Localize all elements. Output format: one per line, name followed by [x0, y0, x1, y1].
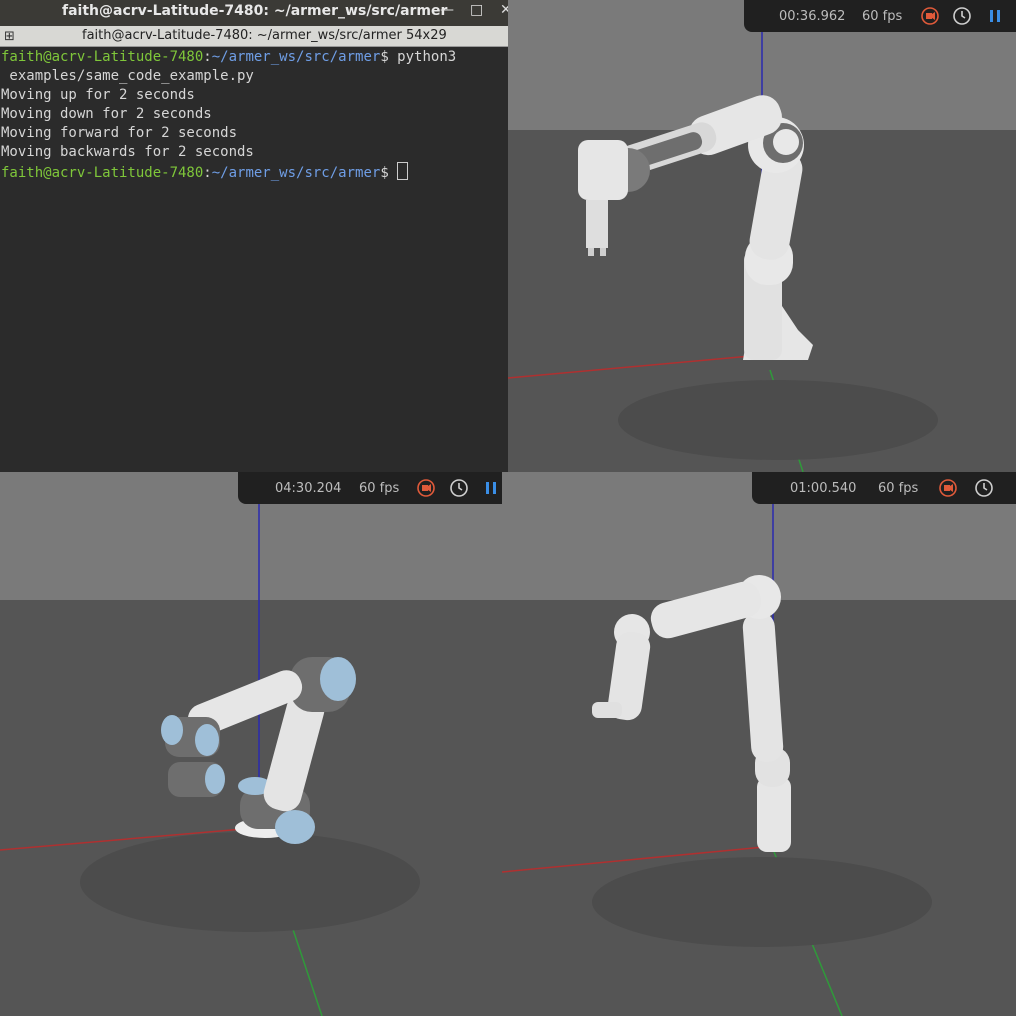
terminal-window-title: faith@acrv-Latitude-7480: ~/armer_ws/src… — [62, 3, 448, 19]
sim-hud: 01:00.540 60 fps — [752, 472, 1016, 504]
pause-icon[interactable] — [484, 478, 498, 498]
record-icon[interactable] — [920, 6, 940, 26]
terminal-window[interactable]: faith@acrv-Latitude-7480: ~/armer_ws/src… — [0, 0, 508, 472]
sim-fps: 60 fps — [359, 481, 400, 496]
record-icon[interactable] — [938, 478, 958, 498]
sim-hud: 00:36.962 60 fps — [744, 0, 1016, 32]
clock-icon[interactable] — [952, 6, 972, 26]
command-continuation: examples/same_code_example.py — [1, 68, 254, 84]
output-line: Moving down for 2 seconds — [1, 106, 212, 122]
output-line: Moving forward for 2 seconds — [1, 125, 238, 141]
clock-icon[interactable] — [974, 478, 994, 498]
close-icon[interactable]: ✕ — [500, 2, 508, 18]
terminal-titlebar[interactable]: faith@acrv-Latitude-7480: ~/armer_ws/src… — [0, 0, 508, 26]
pause-icon[interactable] — [988, 6, 1004, 26]
maximize-button[interactable]: □ — [470, 2, 483, 18]
prompt-line: faith@acrv-Latitude-7480:~/armer_ws/src/… — [1, 49, 457, 65]
sim-viewport-ur[interactable]: 04:30.204 60 fps — [0, 472, 502, 1016]
ur-robot-scene — [0, 502, 420, 1016]
sim-time: 04:30.204 — [275, 481, 342, 496]
output-line: Moving backwards for 2 seconds — [1, 144, 254, 160]
sim-viewport-panda[interactable]: 00:36.962 60 fps — [508, 0, 1016, 472]
sim-hud: 04:30.204 60 fps — [238, 472, 502, 504]
terminal-menu-icon[interactable]: ⊞ — [4, 29, 15, 44]
terminal-output[interactable]: faith@acrv-Latitude-7480:~/armer_ws/src/… — [1, 48, 507, 183]
minimize-button[interactable]: — — [440, 2, 454, 18]
prompt-path: ~/armer_ws/src/armer — [211, 49, 381, 65]
output-line: Moving up for 2 seconds — [1, 87, 195, 103]
sim-fps: 60 fps — [862, 9, 903, 24]
panda-robot-scene — [508, 0, 938, 472]
command-text: python3 — [388, 49, 457, 65]
prompt-line: faith@acrv-Latitude-7480:~/armer_ws/src/… — [1, 162, 507, 183]
lbr-robot-scene — [502, 502, 932, 1016]
sim-time: 01:00.540 — [790, 481, 857, 496]
record-icon[interactable] — [416, 478, 436, 498]
sim-viewport-lbr[interactable]: 01:00.540 60 fps — [502, 472, 1016, 1016]
terminal-tab[interactable]: faith@acrv-Latitude-7480: ~/armer_ws/src… — [82, 28, 447, 43]
sim-fps: 60 fps — [878, 481, 919, 496]
sim-time: 00:36.962 — [779, 9, 846, 24]
terminal-tab-bar: ⊞ faith@acrv-Latitude-7480: ~/armer_ws/s… — [0, 26, 508, 47]
clock-icon[interactable] — [449, 478, 469, 498]
terminal-cursor — [397, 162, 409, 180]
prompt-user: faith@acrv-Latitude-7480 — [1, 49, 204, 65]
